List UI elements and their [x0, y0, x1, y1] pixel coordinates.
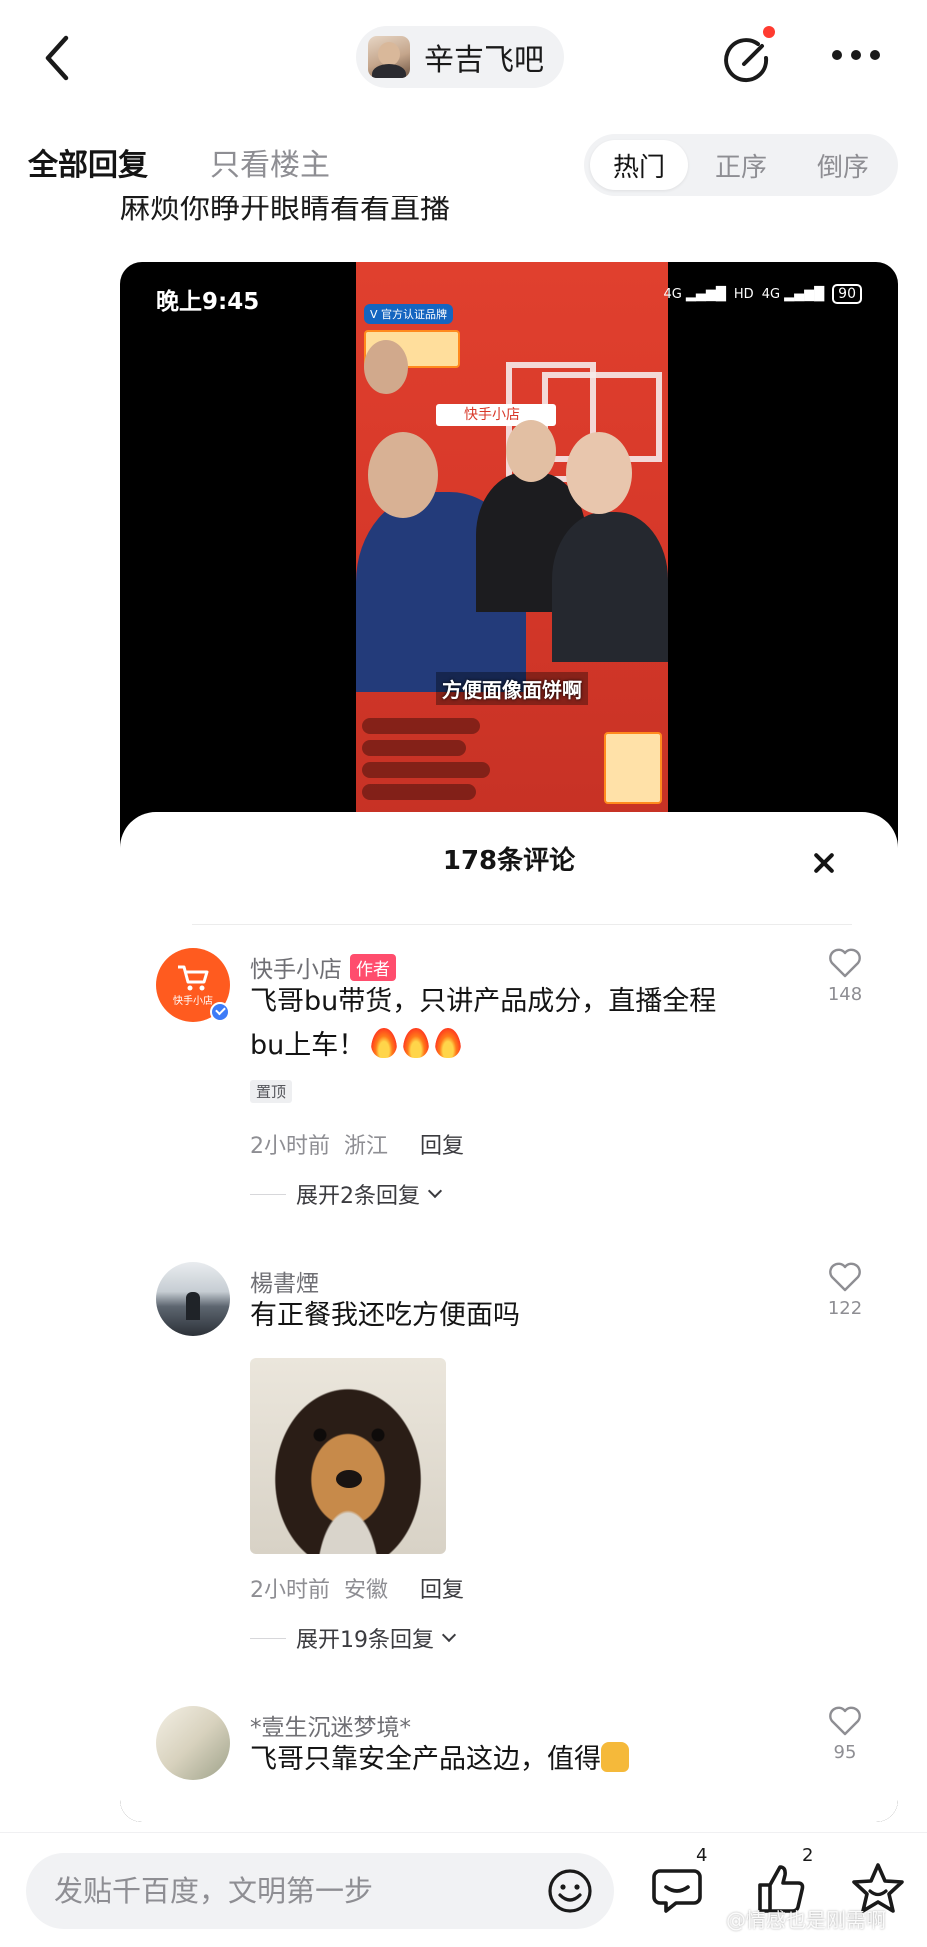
expand-replies-button[interactable]: 展开2条回复 [250, 1178, 443, 1210]
username: 快手小店 [250, 957, 342, 983]
comment-time: 2小时前 [250, 1134, 330, 1159]
reply-button[interactable]: 回复 [420, 1128, 464, 1160]
status-bar: 晚上9:45 4G ▂▄▆█ HD 4G ▂▄▆█ 90 [156, 284, 876, 315]
pinned-badge: 置顶 [250, 1080, 293, 1103]
fire-emoji-icon [371, 1028, 398, 1058]
post-text: 麻烦你睁开眼睛看看直播 [120, 196, 450, 226]
fire-emoji-icon [435, 1028, 462, 1058]
forum-name-pill[interactable]: 辛吉飞吧 [356, 26, 564, 88]
emoji-icon[interactable] [546, 1867, 594, 1915]
live-stream-frame: V 官方认证品牌 快手小店 方便面像面饼啊 [356, 262, 668, 814]
like-button[interactable]: 122 [820, 1262, 870, 1319]
comment-location: 安徽 [344, 1578, 389, 1603]
expand-label: 展开19条回复 [296, 1628, 434, 1653]
host-left-head [368, 432, 438, 518]
avatar[interactable] [156, 1262, 230, 1336]
expand-replies-button[interactable]: 展开19条回复 [250, 1622, 457, 1654]
tab-all-replies[interactable]: 全部回复 [28, 140, 148, 184]
status-time: 晚上9:45 [156, 289, 260, 315]
tab-owner-only[interactable]: 只看楼主 [210, 140, 330, 184]
watermark: @情感也是刚需啊 [726, 1908, 886, 1932]
comment-location: 浙江 [344, 1134, 389, 1159]
host-right-head [566, 432, 632, 514]
comment-text-line: 飞哥bu带货，只讲产品成分，直播全程 [250, 986, 717, 1017]
sort-hot[interactable]: 热门 [590, 140, 688, 190]
comment-item: 快手小店 快手小店 作者 飞哥bu带货，只讲产品成分，直播全程 bu上车！ 置顶… [156, 948, 862, 1228]
guest-head [364, 340, 408, 394]
live-chat-line [362, 718, 480, 734]
username: *壹生沉迷梦境* [250, 1715, 411, 1741]
battery-icon: 90 [832, 284, 862, 304]
comment-text: 飞哥只靠安全产品这边，值得 [250, 1738, 770, 1782]
like-count: 122 [827, 1298, 863, 1319]
avatar[interactable] [156, 1706, 230, 1780]
comment-text-line: 飞哥只靠安全产品这边，值得 [250, 1744, 601, 1775]
author-badge: 作者 [350, 953, 396, 981]
avatar-label: 快手小店 [173, 995, 213, 1007]
forum-avatar [368, 36, 410, 78]
like-button[interactable]: 95 [820, 1706, 870, 1763]
comment-text: 飞哥bu带货，只讲产品成分，直播全程 bu上车！ [250, 980, 770, 1068]
live-chat-line [362, 784, 476, 800]
chevron-down-icon [441, 1627, 457, 1643]
live-chat-line [362, 762, 490, 778]
reply-input[interactable] [54, 1853, 524, 1929]
host-right [552, 512, 668, 662]
fire-emoji-icon [403, 1028, 430, 1058]
chevron-left-icon[interactable] [36, 30, 80, 86]
sort-descending[interactable]: 倒序 [794, 140, 892, 190]
expand-label: 展开2条回复 [296, 1184, 420, 1209]
reply-input-wrapper [26, 1853, 614, 1929]
divider [192, 924, 852, 925]
comment-username[interactable]: 快手小店 作者 [250, 950, 396, 984]
comment-meta: 2小时前 浙江 回复 [250, 1128, 464, 1160]
comment-item: *壹生沉迷梦境* 飞哥只靠安全产品这边，值得 95 [156, 1706, 862, 1806]
heart-icon [829, 948, 861, 978]
comment-text-line: bu上车！ [250, 1030, 366, 1061]
comment-item: 楊書煙 有正餐我还吃方便面吗 2小时前 安徽 回复 展开19条回复 122 [156, 1262, 862, 1653]
comment-text: 有正餐我还吃方便面吗 [250, 1300, 520, 1331]
sort-ascending[interactable]: 正序 [692, 140, 790, 190]
comment-count-title: 178条评论 [442, 846, 576, 876]
thumbs-up-emoji-icon [601, 1742, 629, 1772]
username: 楊書煙 [250, 1271, 319, 1297]
like-count: 148 [827, 984, 863, 1005]
live-chat-line [362, 740, 466, 756]
dog-sticker-image[interactable] [250, 1358, 446, 1554]
verified-icon [210, 1002, 230, 1022]
forum-name: 辛吉飞吧 [424, 43, 544, 78]
cart-icon [178, 965, 209, 990]
live-caption: 方便面像面饼啊 [436, 672, 588, 705]
more-dots-icon[interactable] [832, 50, 882, 64]
comment-count-badge: 4 [696, 1845, 708, 1866]
reply-filter-row: 全部回复 只看楼主 热门 正序 倒序 [0, 126, 927, 204]
status-indicators: 4G ▂▄▆█ HD 4G ▂▄▆█ 90 [663, 284, 862, 304]
heart-icon [829, 1262, 861, 1292]
compose-icon[interactable] [722, 34, 772, 84]
comment-icon[interactable] [650, 1859, 710, 1919]
like-count: 95 [833, 1742, 857, 1763]
close-icon[interactable] [812, 852, 834, 874]
sort-toggle: 热门 正序 倒序 [584, 134, 898, 196]
chevron-down-icon [427, 1183, 443, 1199]
host-middle-head [506, 420, 556, 482]
promo-card [604, 732, 662, 804]
notification-dot [763, 26, 775, 38]
comment-sheet: 178条评论 快手小店 快手小店 作者 飞哥bu带货，只讲产品成分，直播全程 b… [120, 812, 898, 1822]
comment-time: 2小时前 [250, 1578, 330, 1603]
reply-button[interactable]: 回复 [420, 1572, 464, 1604]
comment-meta: 2小时前 安徽 回复 [250, 1572, 464, 1604]
heart-icon [829, 1706, 861, 1736]
comment-username[interactable]: 楊書煙 [250, 1264, 319, 1298]
post-image[interactable]: V 官方认证品牌 快手小店 方便面像面饼啊 晚上9:45 4G ▂▄▆█ HD 4G… [120, 262, 898, 1822]
like-button[interactable]: 148 [820, 948, 870, 1005]
like-count-badge: 2 [802, 1845, 814, 1866]
top-nav-bar: 辛吉飞吧 [0, 0, 927, 118]
comment-username[interactable]: *壹生沉迷梦境* [250, 1708, 411, 1742]
